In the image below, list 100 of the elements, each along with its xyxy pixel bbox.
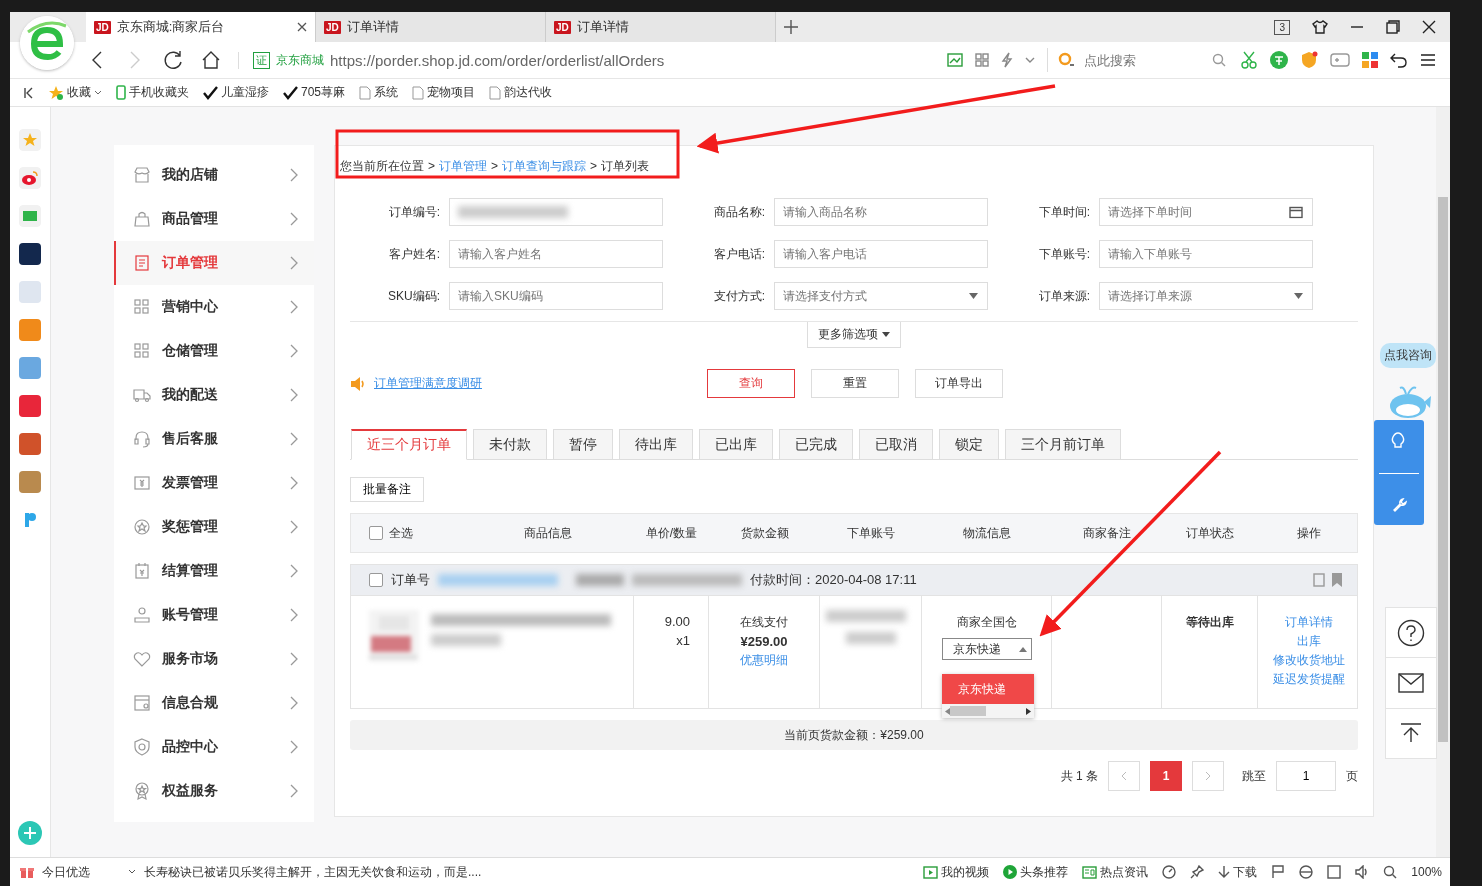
- download-item[interactable]: 下载: [1218, 863, 1258, 881]
- operation-link[interactable]: 出库: [1296, 633, 1321, 650]
- favicon: JD: [324, 20, 341, 34]
- warehouse-text: 商家全国仓: [956, 614, 1017, 631]
- input-field[interactable]: 请输入SKU编码: [449, 282, 663, 310]
- survey-link[interactable]: 订单管理满意度调研: [374, 375, 482, 392]
- more-filters-button[interactable]: 更多筛选项: [807, 322, 901, 348]
- status-tab[interactable]: 已完成: [779, 429, 853, 460]
- order-number-label: 订单号: [391, 571, 430, 589]
- status-tab[interactable]: 未付款: [473, 429, 547, 460]
- action-button[interactable]: 重置: [811, 369, 899, 398]
- order-amount: ¥259.00: [740, 634, 788, 649]
- status-label[interactable]: 今日优选: [42, 863, 90, 881]
- breadcrumb-separator: >: [428, 159, 435, 173]
- column-header: 下单账号: [846, 524, 896, 542]
- field-label: 客户姓名:: [387, 245, 440, 263]
- jump-label: 跳至: [1242, 767, 1266, 785]
- column-header: 操作: [1295, 524, 1322, 542]
- input-field[interactable]: 请输入客户姓名: [449, 240, 663, 268]
- breadcrumb-text: 订单列表: [601, 157, 650, 175]
- field-label: 客户电话:: [712, 245, 765, 263]
- status-tab[interactable]: 待出库: [619, 429, 693, 460]
- select-all-label: 全选: [389, 524, 413, 542]
- browser-tab[interactable]: JD 订单详情: [316, 12, 546, 42]
- payment-time: 付款时间：2020-04-08 17:11: [750, 571, 917, 589]
- tab-count[interactable]: 3: [1274, 19, 1290, 35]
- field-label: 支付方式:: [712, 287, 765, 305]
- status-item[interactable]: 热点资讯: [1082, 863, 1149, 881]
- column-header: 物流信息: [962, 524, 1012, 542]
- status-tab[interactable]: 近三个月订单: [351, 429, 467, 460]
- breadcrumb-text: 您当前所在位置: [340, 157, 424, 175]
- bookmark[interactable]: 手机收藏夹: [116, 84, 189, 101]
- bookmark[interactable]: 系统: [359, 84, 399, 101]
- url-text: https://porder.shop.jd.com/order/orderlist/allOrders: [330, 51, 665, 69]
- address-bar[interactable]: 证 京东商城 https://porder.shop.jd.com/order/orderlist/allOrders: [238, 51, 853, 69]
- favicon: JD: [554, 20, 571, 34]
- field-label: 订单编号:: [387, 203, 440, 221]
- page-button[interactable]: 1: [1150, 761, 1182, 791]
- breadcrumb-link[interactable]: 订单查询与跟踪: [502, 157, 587, 175]
- input-field[interactable]: 请输入下单账号: [1099, 240, 1313, 268]
- column-header: 单价/数量: [644, 524, 699, 542]
- menu-item[interactable]: 订单管理: [114, 241, 314, 285]
- bookmark[interactable]: 宠物项目: [412, 84, 476, 101]
- query-button[interactable]: 查询: [707, 369, 795, 398]
- browser-tab[interactable]: JD 订单详情: [546, 12, 776, 42]
- breadcrumb-separator: >: [590, 159, 598, 173]
- bookmark[interactable]: 705荨麻: [283, 84, 346, 101]
- field-label: SKU编码:: [387, 287, 440, 305]
- quantity: x1: [676, 633, 690, 648]
- tab-title: 订单详情: [576, 18, 630, 36]
- payment-method: 在线支付: [740, 614, 788, 631]
- select-field[interactable]: 请选择订单来源: [1099, 282, 1313, 310]
- tab-title: 京东商城:商家后台: [116, 18, 226, 36]
- date-field[interactable]: 请选择下单时间: [1099, 198, 1313, 226]
- batch-note-button[interactable]: 批量备注: [350, 477, 424, 502]
- breadcrumb-link[interactable]: 订单管理: [439, 157, 487, 175]
- status-item[interactable]: 头条推荐: [1003, 863, 1069, 881]
- unit-price: 9.00: [664, 614, 690, 629]
- operation-link[interactable]: 订单详情: [1284, 614, 1333, 631]
- field-label: 订单来源:: [1037, 287, 1090, 305]
- column-header: 货款金额: [739, 524, 790, 542]
- field-label: 下单账号:: [1037, 245, 1090, 263]
- news-headline[interactable]: 长寿秘诀已被诺贝乐奖得主解开，主因无关饮食和运动，而是....: [144, 863, 482, 881]
- search-field[interactable]: 点此搜索: [1047, 48, 1228, 72]
- select-field[interactable]: 请选择支付方式: [774, 282, 988, 310]
- status-tab[interactable]: 已取消: [859, 429, 933, 460]
- discount-link[interactable]: 优惠明细: [740, 652, 788, 669]
- operation-link[interactable]: 延迟发货提醒: [1272, 671, 1345, 688]
- status-tab[interactable]: 锁定: [939, 429, 999, 460]
- input-field[interactable]: 请输入客户电话: [774, 240, 988, 268]
- field-label: 下单时间:: [1037, 203, 1090, 221]
- page-suffix: 页: [1346, 767, 1358, 785]
- total-count: 共 1 条: [1060, 767, 1098, 785]
- field-label: 商品名称:: [712, 203, 765, 221]
- action-button[interactable]: 订单导出: [915, 369, 1003, 398]
- status-tab[interactable]: 暂停: [553, 429, 613, 460]
- order-status: 等待出库: [1185, 614, 1234, 631]
- column-header: 商家备注: [1082, 524, 1132, 542]
- tab-title: 订单详情: [346, 18, 400, 36]
- breadcrumb-separator: >: [491, 159, 499, 173]
- favicon: JD: [94, 20, 111, 34]
- browser-tab[interactable]: JD 京东商城:商家后台: [86, 12, 316, 42]
- bookmark[interactable]: 儿童湿疹: [203, 84, 269, 101]
- status-item[interactable]: 我的视频: [923, 863, 990, 881]
- operation-link[interactable]: 修改收货地址: [1272, 652, 1345, 669]
- consult-bubble[interactable]: 点我咨询: [1380, 343, 1436, 368]
- status-tab[interactable]: 已出库: [699, 429, 773, 460]
- carrier-select[interactable]: 京东快递: [941, 638, 1032, 660]
- search-input[interactable]: 点此搜索: [1082, 51, 1206, 69]
- zoom-level[interactable]: 100%: [1411, 865, 1442, 879]
- site-name: 京东商城: [276, 51, 324, 69]
- column-header: 商品信息: [522, 524, 573, 542]
- status-tab[interactable]: 三个月前订单: [1005, 429, 1121, 460]
- dropdown-option[interactable]: 京东快递: [942, 674, 1034, 704]
- bookmark[interactable]: 韵达代收: [489, 84, 553, 101]
- input-field[interactable]: 请输入商品名称: [774, 198, 988, 226]
- page-input[interactable]: 1: [1276, 761, 1336, 791]
- bookmark[interactable]: 收藏: [48, 84, 102, 101]
- page-total: 当前页货款金额：¥259.00: [350, 720, 1358, 750]
- certificate-badge: 证: [253, 51, 270, 69]
